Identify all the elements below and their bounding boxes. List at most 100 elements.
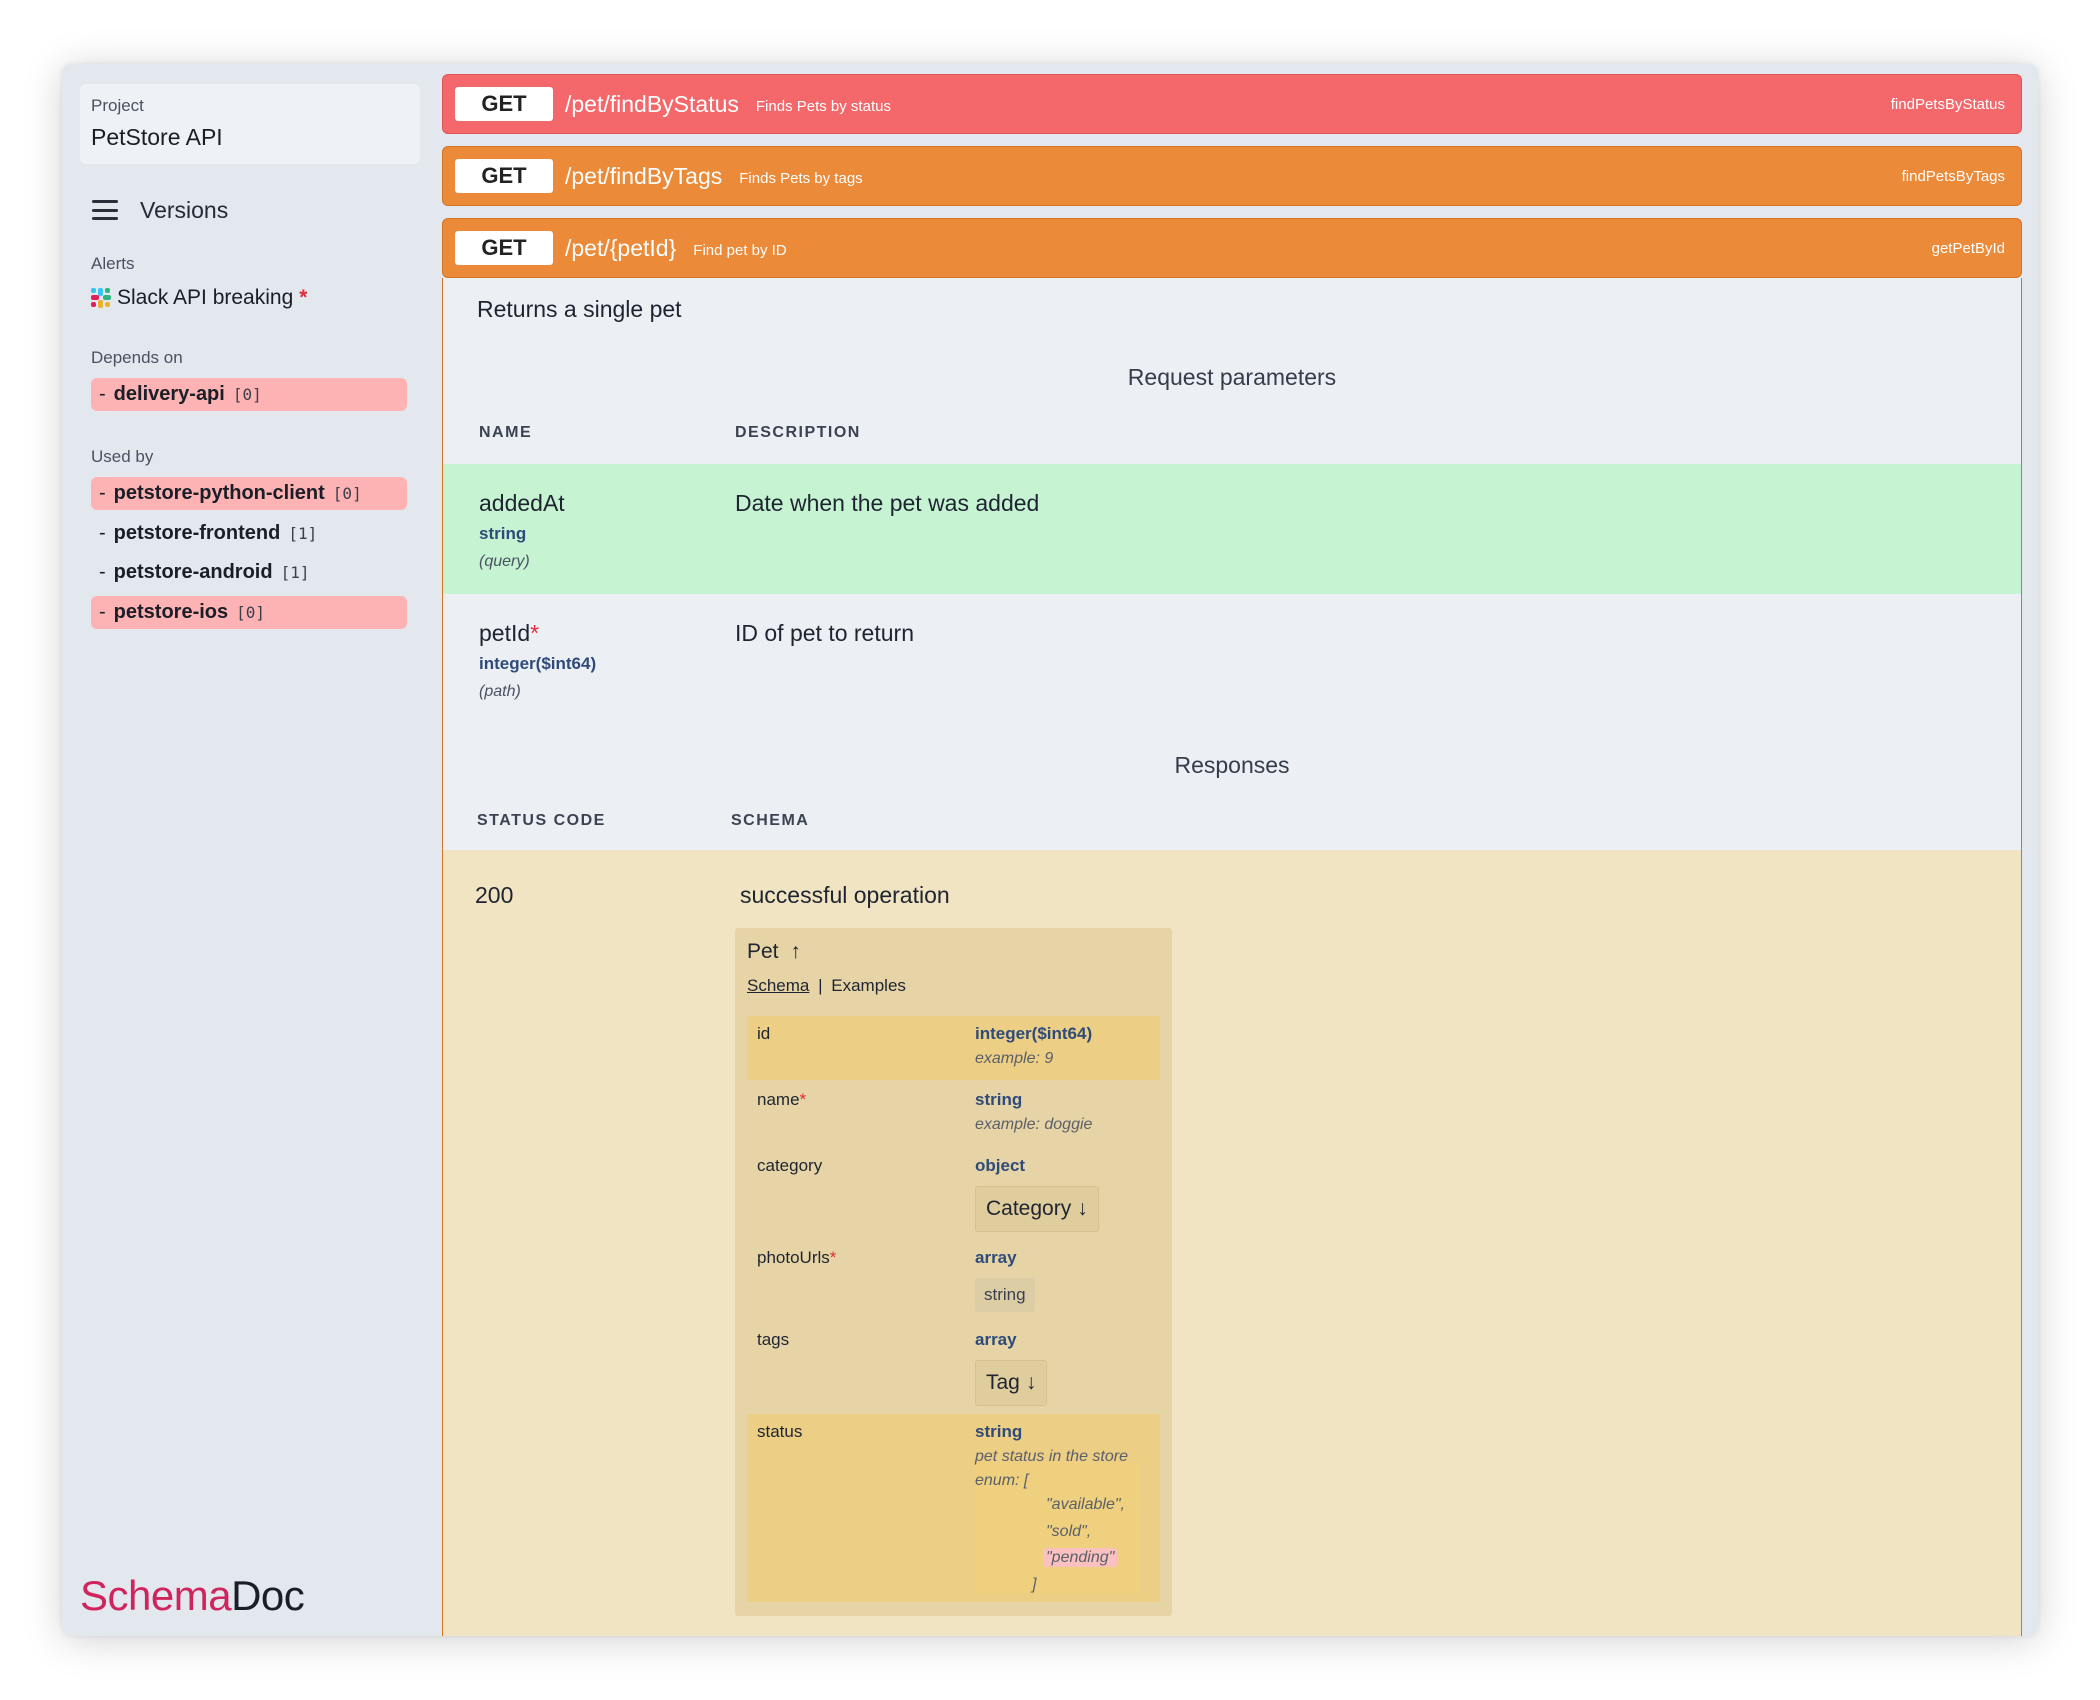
prop-name: tags <box>757 1330 790 1349</box>
prop-row-status: status string pet status in the store en… <box>747 1414 1160 1602</box>
prop-type: object <box>975 1156 1026 1175</box>
arrow-down-icon: ↓ <box>1077 1197 1088 1220</box>
depends-item-delivery-api[interactable]: - delivery-api [0] <box>91 378 407 411</box>
app-window: Project PetStore API Versions Alerts Sla… <box>62 64 2038 1636</box>
operation-detail-panel: Returns a single pet Request parameters … <box>442 278 2022 1636</box>
prop-name: name* <box>757 1090 807 1109</box>
operation-get-pet-by-id[interactable]: GET /pet/{petId} Find pet by ID getPetBy… <box>442 218 2022 278</box>
project-label: Project <box>91 96 144 115</box>
logo-part-schema: Schema <box>80 1572 232 1619</box>
dash: - <box>99 561 106 583</box>
prop-type: array <box>975 1248 1017 1267</box>
enum-value-highlighted: "pending" <box>1043 1548 1118 1567</box>
usedby-item-name: petstore-android <box>113 561 273 583</box>
ref-label: Category <box>986 1197 1072 1220</box>
usedby-item-name: petstore-ios <box>113 601 229 623</box>
project-name: PetStore API <box>91 124 223 150</box>
tab-separator: | <box>818 976 823 995</box>
schema-model-pet: Pet ↑ Schema | Examples id integer($int6… <box>735 928 1172 1616</box>
usedby-item-count: [1] <box>280 563 310 582</box>
operation-id: findPetsByTags <box>1901 167 2005 185</box>
alert-text: Slack API breaking <box>117 286 294 309</box>
depends-on-label: Depends on <box>91 348 183 367</box>
operation-path: /pet/{petId} <box>565 234 677 261</box>
method-badge: GET <box>455 231 553 265</box>
usedby-item-count: [0] <box>332 484 362 503</box>
prop-name: category <box>757 1156 823 1175</box>
array-item-type: string <box>975 1278 1035 1312</box>
usedby-item-name: petstore-frontend <box>113 522 281 544</box>
main-content: GET /pet/findByStatus Finds Pets by stat… <box>437 64 2038 1636</box>
prop-description: pet status in the store <box>975 1448 1128 1465</box>
tab-examples[interactable]: Examples <box>831 976 906 995</box>
prop-row-name: name* string example: doggie <box>747 1082 1160 1146</box>
dash: - <box>99 482 106 504</box>
param-description: ID of pet to return <box>735 620 914 646</box>
category-ref-button[interactable]: Category ↓ <box>975 1186 1099 1232</box>
param-location: (path) <box>479 683 521 700</box>
operation-find-by-tags[interactable]: GET /pet/findByTags Finds Pets by tags f… <box>442 146 2022 206</box>
alert-marker: * <box>299 286 308 309</box>
param-name: petId* <box>479 620 540 646</box>
slack-icon <box>91 288 111 308</box>
arrow-up-icon: ↑ <box>790 940 801 963</box>
enum-value: "sold", <box>1046 1523 1092 1540</box>
enum-close: ] <box>1032 1576 1037 1593</box>
alerts-label: Alerts <box>91 254 135 273</box>
prop-name: photoUrls* <box>757 1248 837 1267</box>
param-type: string <box>479 524 527 543</box>
param-location: (query) <box>479 553 530 570</box>
usedby-item-petstore-python-client[interactable]: - petstore-python-client [0] <box>91 477 407 510</box>
operation-summary: Finds Pets by status <box>755 97 891 115</box>
prop-example: example: doggie <box>975 1116 1093 1133</box>
prop-type: string <box>975 1422 1023 1441</box>
column-header-description: DESCRIPTION <box>735 424 861 441</box>
response-status-code: 200 <box>475 882 514 908</box>
prop-name: id <box>757 1024 771 1043</box>
method-badge: GET <box>455 87 553 121</box>
usedby-item-count: [1] <box>288 524 318 543</box>
dash: - <box>99 383 106 405</box>
responses-title: Responses <box>1174 752 1290 778</box>
ref-label: Tag <box>986 1371 1020 1394</box>
tab-schema[interactable]: Schema <box>747 976 809 995</box>
schemadoc-logo: SchemaDoc <box>80 1572 305 1620</box>
alert-item[interactable]: Slack API breaking * <box>91 286 307 310</box>
model-title: Pet <box>747 940 779 963</box>
tag-ref-button[interactable]: Tag ↓ <box>975 1360 1048 1406</box>
model-collapse-toggle[interactable]: Pet ↑ <box>747 940 801 964</box>
dash: - <box>99 522 106 544</box>
column-header-status-code: STATUS CODE <box>477 812 606 829</box>
usedby-item-petstore-android[interactable]: - petstore-android [1] <box>91 556 407 589</box>
prop-name: status <box>757 1422 803 1441</box>
param-description: Date when the pet was added <box>735 490 1040 516</box>
method-badge: GET <box>455 159 553 193</box>
versions-label: Versions <box>140 196 229 223</box>
used-by-label: Used by <box>91 447 154 466</box>
project-card[interactable]: Project PetStore API <box>80 84 420 164</box>
operation-summary: Find pet by ID <box>693 241 787 259</box>
operation-summary: Finds Pets by tags <box>739 169 863 187</box>
hamburger-menu-icon <box>92 200 118 220</box>
request-parameters-title: Request parameters <box>1127 364 1337 390</box>
operation-find-by-status[interactable]: GET /pet/findByStatus Finds Pets by stat… <box>442 74 2022 134</box>
operation-id: getPetById <box>1931 239 2005 257</box>
prop-type: integer($int64) <box>975 1024 1093 1043</box>
versions-menu-button[interactable]: Versions <box>92 192 228 228</box>
usedby-item-petstore-ios[interactable]: - petstore-ios [0] <box>91 596 407 629</box>
logo-part-doc: Doc <box>231 1572 305 1619</box>
operation-path: /pet/findByStatus <box>565 90 739 117</box>
column-header-schema: SCHEMA <box>731 812 810 829</box>
operation-description: Returns a single pet <box>477 296 682 322</box>
param-row-addedAt: addedAt string (query) Date when the pet… <box>443 464 2021 594</box>
enum-open: enum: [ <box>975 1472 1029 1489</box>
usedby-item-petstore-frontend[interactable]: - petstore-frontend [1] <box>91 517 407 550</box>
prop-type: array <box>975 1330 1017 1349</box>
prop-row-id: id integer($int64) example: 9 <box>747 1016 1160 1080</box>
depends-item-name: delivery-api <box>113 383 225 405</box>
usedby-item-count: [0] <box>236 603 266 622</box>
param-type: integer($int64) <box>479 654 597 673</box>
usedby-item-name: petstore-python-client <box>113 482 325 504</box>
sidebar: Project PetStore API Versions Alerts Sla… <box>62 64 437 1636</box>
prop-row-photoUrls: photoUrls* array string <box>747 1240 1160 1320</box>
